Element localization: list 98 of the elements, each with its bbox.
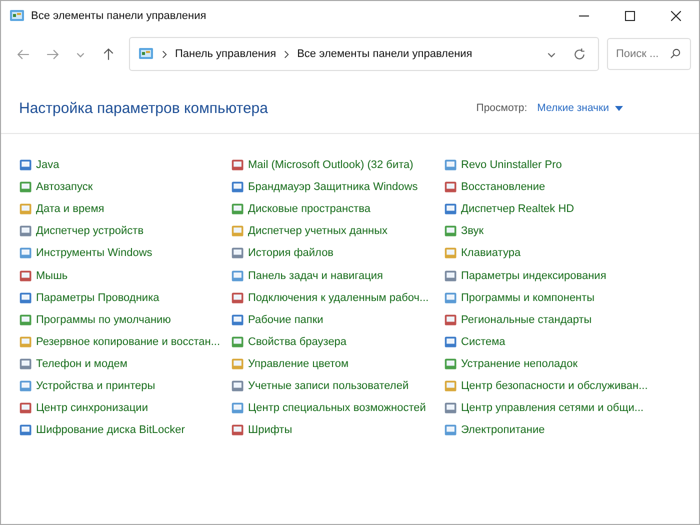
applet-icon xyxy=(19,202,33,216)
applet-icon xyxy=(231,180,245,194)
applet-link[interactable]: Устранение неполадок xyxy=(444,352,681,375)
back-arrow-icon[interactable] xyxy=(17,48,30,60)
applet-icon xyxy=(19,401,33,416)
applet-link[interactable]: Диспетчер устройств xyxy=(19,220,231,242)
applet-link[interactable]: Центр специальных возможностей xyxy=(231,397,444,420)
applet-link[interactable]: Брандмауэр Защитника Windows xyxy=(231,176,444,198)
applet-icon xyxy=(231,356,245,371)
applet-icon xyxy=(231,158,245,172)
applet-link[interactable]: Дисковые пространства xyxy=(231,198,444,220)
applet-icon xyxy=(444,401,458,416)
view-label: Просмотр: xyxy=(476,102,528,114)
applet-link[interactable]: Система xyxy=(444,330,681,353)
applet-link[interactable]: Свойства браузера xyxy=(231,330,444,353)
applet-link[interactable]: Центр безопасности и обслуживан... xyxy=(444,374,681,398)
applet-icon xyxy=(19,378,33,393)
applet-icon xyxy=(444,246,458,260)
applet-link[interactable]: Шифрование диска BitLocker xyxy=(19,419,231,442)
applet-link[interactable]: Диспетчер Realtek HD xyxy=(444,198,681,220)
search-field[interactable]: Поиск ... xyxy=(607,38,691,70)
applet-link[interactable]: Revo Uninstaller Pro xyxy=(444,154,681,176)
up-arrow-icon[interactable] xyxy=(102,48,115,60)
applet-link[interactable]: Звук xyxy=(444,220,681,242)
control-panel-icon xyxy=(138,46,154,62)
applet-link[interactable]: Инструменты Windows xyxy=(19,242,231,264)
applet-icon xyxy=(231,268,245,283)
breadcrumb[interactable]: Все элементы панели управления xyxy=(297,48,472,60)
applet-icon xyxy=(444,202,458,216)
applet-icon xyxy=(19,268,33,283)
applet-link[interactable]: Параметры индексирования xyxy=(444,264,681,287)
control-panel-icon xyxy=(9,8,25,24)
dropdown-arrow-icon xyxy=(615,106,623,110)
applet-icon xyxy=(19,356,33,371)
chevron-right-icon xyxy=(284,50,290,58)
applet-link[interactable]: Учетные записи пользователей xyxy=(231,374,444,398)
applet-icon xyxy=(444,378,458,393)
applet-link[interactable]: Устройства и принтеры xyxy=(19,374,231,398)
chevron-right-icon xyxy=(162,50,167,58)
applet-icon xyxy=(444,180,458,194)
applet-link[interactable]: Автозапуск xyxy=(19,176,231,198)
applet-link[interactable]: Мышь xyxy=(19,264,231,287)
applet-icon xyxy=(444,423,458,438)
applet-icon xyxy=(231,224,245,238)
applet-icon xyxy=(19,224,33,238)
refresh-icon[interactable] xyxy=(573,48,586,60)
applet-icon xyxy=(19,334,33,349)
applet-link[interactable]: Java xyxy=(19,154,231,176)
applet-link[interactable]: Электропитание xyxy=(444,419,681,442)
applet-icon xyxy=(231,312,245,327)
window-title: Все элементы панели управления xyxy=(31,10,206,22)
applet-link[interactable]: Восстановление xyxy=(444,176,681,198)
applet-link[interactable]: Mail (Microsoft Outlook) (32 бита) xyxy=(231,154,444,176)
applet-link[interactable]: Программы и компоненты xyxy=(444,286,681,309)
applet-link[interactable]: Резервное копирование и восстан... xyxy=(19,330,231,353)
applet-icon xyxy=(19,312,33,327)
applet-link[interactable]: Центр синхронизации xyxy=(19,397,231,420)
applet-link[interactable]: Региональные стандарты xyxy=(444,308,681,331)
search-icon xyxy=(670,48,681,59)
applet-icon xyxy=(444,334,458,349)
applet-icon xyxy=(444,290,458,305)
applet-link[interactable]: Параметры Проводника xyxy=(19,286,231,309)
applet-icon xyxy=(231,290,245,305)
applet-link[interactable]: История файлов xyxy=(231,242,444,264)
view-dropdown[interactable]: Мелкие значки xyxy=(537,102,623,114)
applet-link[interactable]: Шрифты xyxy=(231,419,444,442)
close-icon xyxy=(671,11,681,21)
applet-icon xyxy=(19,423,33,438)
applet-link[interactable]: Телефон и модем xyxy=(19,352,231,375)
maximize-icon xyxy=(625,11,635,21)
applet-icon xyxy=(19,290,33,305)
applet-link[interactable]: Дата и время xyxy=(19,198,231,220)
forward-arrow-icon[interactable] xyxy=(46,48,59,60)
applet-icon xyxy=(19,158,33,172)
page-heading: Настройка параметров компьютера xyxy=(19,100,268,116)
applet-icon xyxy=(19,246,33,260)
applet-icon xyxy=(444,312,458,327)
applet-link[interactable]: Диспетчер учетных данных xyxy=(231,220,444,242)
applet-link[interactable]: Клавиатура xyxy=(444,242,681,264)
applet-link[interactable]: Подключения к удаленным рабоч... xyxy=(231,286,444,309)
applet-icon xyxy=(231,334,245,349)
applet-link[interactable]: Рабочие папки xyxy=(231,308,444,331)
applet-icon xyxy=(444,158,458,172)
applet-icon xyxy=(231,378,245,393)
breadcrumb[interactable]: Панель управления xyxy=(175,48,276,60)
applet-link[interactable]: Панель задач и навигация xyxy=(231,264,444,287)
applet-icon xyxy=(19,180,33,194)
applet-link[interactable]: Программы по умолчанию xyxy=(19,308,231,331)
address-bar[interactable]: Панель управления Все элементы панели управления xyxy=(129,37,599,71)
applet-icon xyxy=(231,401,245,416)
applet-icon xyxy=(444,356,458,371)
applet-icon xyxy=(231,423,245,438)
applet-link[interactable]: Управление цветом xyxy=(231,352,444,375)
applet-icon xyxy=(444,268,458,283)
applet-icon xyxy=(231,202,245,216)
applet-icon xyxy=(231,246,245,260)
applet-link[interactable]: Центр управления сетями и общи... xyxy=(444,397,681,420)
applet-icon xyxy=(444,224,458,238)
